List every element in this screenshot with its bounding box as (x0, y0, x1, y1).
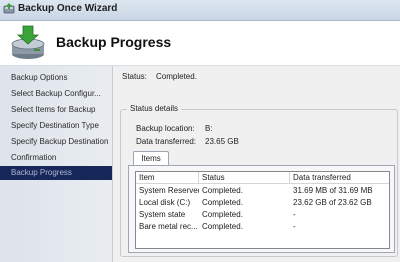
column-header-item[interactable]: Item (136, 172, 199, 183)
sidebar-item-select-items-for-backup[interactable]: Select Items for Backup (0, 103, 112, 117)
page-title: Backup Progress (56, 34, 172, 50)
backup-app-icon (3, 3, 15, 14)
cell-item: System Reserved (139, 186, 199, 195)
title-bar: Backup Once Wizard (0, 0, 400, 21)
window-title: Backup Once Wizard (18, 3, 118, 14)
sidebar-item-backup-progress[interactable]: Backup Progress (0, 166, 112, 180)
items-table[interactable]: Item Status Data transferred System Rese… (135, 171, 390, 249)
sidebar-item-label: Specify Destination Type (11, 121, 99, 130)
wizard-header: Backup Progress (0, 21, 400, 65)
status-label: Status: (122, 72, 147, 81)
backup-location-label: Backup location: (136, 124, 195, 133)
status-details-legend: Status details (127, 104, 182, 113)
sidebar-item-label: Select Backup Configur... (11, 89, 101, 98)
sidebar-item-label: Backup Options (11, 73, 68, 82)
sidebar-item-specify-destination-type[interactable]: Specify Destination Type (0, 119, 112, 133)
cell-status: Completed. (202, 186, 243, 195)
sidebar-item-backup-options[interactable]: Backup Options (0, 71, 112, 85)
sidebar-item-select-backup-configuration[interactable]: Select Backup Configur... (0, 87, 112, 101)
status-value: Completed. (156, 72, 197, 81)
table-header: Item Status Data transferred (136, 172, 389, 184)
cell-data-transferred: 23.62 GB of 23.62 GB (293, 198, 372, 207)
wizard-steps-sidebar: Backup Options Select Backup Configur...… (0, 66, 113, 262)
backup-drive-icon (11, 25, 45, 59)
cell-item: Bare metal rec... (139, 222, 198, 231)
table-row[interactable]: Bare metal rec... Completed. - (136, 221, 389, 233)
cell-item: Local disk (C:) (139, 198, 191, 207)
cell-status: Completed. (202, 198, 243, 207)
sidebar-item-label: Specify Backup Destination (11, 137, 109, 146)
cell-data-transferred: 31.69 MB of 31.69 MB (293, 186, 373, 195)
cell-status: Completed. (202, 210, 243, 219)
sidebar-item-label: Confirmation (11, 153, 57, 162)
cell-data-transferred: - (293, 222, 296, 231)
cell-data-transferred: - (293, 210, 296, 219)
tab-items[interactable]: Items (133, 151, 169, 166)
column-header-status[interactable]: Status (199, 172, 290, 183)
table-row[interactable]: System Reserved Completed. 31.69 MB of 3… (136, 185, 389, 197)
items-tab-panel: Item Status Data transferred System Rese… (128, 165, 395, 253)
wizard-content: Status: Completed. Status details Backup… (113, 66, 400, 262)
cell-status: Completed. (202, 222, 243, 231)
cell-item: System state (139, 210, 186, 219)
status-details-group: Status details Backup location: B: Data … (120, 104, 398, 257)
sidebar-item-label: Backup Progress (11, 168, 72, 177)
data-transferred-value: 23.65 GB (205, 137, 239, 146)
backup-location-value: B: (205, 124, 213, 133)
table-row[interactable]: Local disk (C:) Completed. 23.62 GB of 2… (136, 197, 389, 209)
tab-items-label: Items (141, 154, 161, 163)
sidebar-item-confirmation[interactable]: Confirmation (0, 151, 112, 165)
table-row[interactable]: System state Completed. - (136, 209, 389, 221)
sidebar-item-specify-backup-destination[interactable]: Specify Backup Destination (0, 135, 112, 149)
column-header-data-transferred[interactable]: Data transferred (290, 172, 389, 183)
data-transferred-label: Data transferred: (136, 137, 197, 146)
sidebar-item-label: Select Items for Backup (11, 105, 96, 114)
